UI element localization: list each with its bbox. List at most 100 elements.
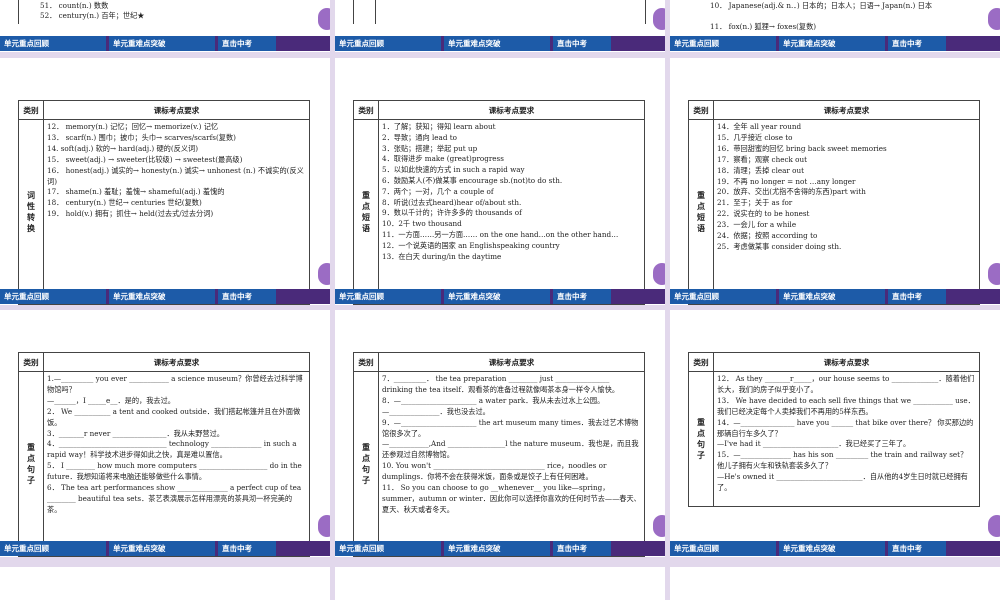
nav-exam-button[interactable]: 直击中考 bbox=[553, 541, 611, 556]
decoration-icon bbox=[318, 515, 330, 537]
nav-difficulty-button[interactable]: 单元重难点突破 bbox=[109, 36, 215, 51]
requirement-body: 14．全年 all year round 15．几乎接近 close to 16… bbox=[713, 119, 980, 305]
nav-difficulty-button[interactable]: 单元重难点突破 bbox=[779, 36, 885, 51]
item-line: 10. You won't __________________________… bbox=[382, 461, 607, 482]
slide-bottom-3 bbox=[670, 567, 1000, 600]
item-line: 15．几乎接近 close to bbox=[717, 132, 793, 142]
requirement-body: 1．了解；获知；得知 learn about 2．导致；通向 lead to 3… bbox=[378, 119, 645, 305]
slide-top-2: 单元重点回顾 单元重难点突破 直击中考 bbox=[335, 0, 665, 52]
nav-difficulty-button[interactable]: 单元重难点突破 bbox=[779, 541, 885, 556]
item-line: 19．不再 no longer = not …any longer bbox=[717, 176, 856, 186]
item-line: 13．在白天 during/in the daytime bbox=[382, 251, 502, 261]
item-line: 16．带回甜蜜的回忆 bring back sweet memories bbox=[717, 143, 887, 153]
slide-top-1: 51． count(n.) 数数 52． century(n.) 百年；世纪★ … bbox=[0, 0, 330, 52]
nav-exam-button[interactable]: 直击中考 bbox=[888, 289, 946, 304]
nav-exam-button[interactable]: 直击中考 bbox=[218, 541, 276, 556]
requirement-table: 类别 课标考点要求 重 点 句 子 12． As they _______r__… bbox=[688, 352, 980, 507]
item-line: —___________,And ________________l the n… bbox=[382, 439, 639, 460]
item-line: 22．说实在的 to be honest bbox=[717, 209, 810, 219]
nav-unit-review-button[interactable]: 单元重点回顾 bbox=[335, 541, 441, 556]
item-line: 17．察看；观察 check out bbox=[717, 154, 807, 164]
requirement-table: 类别 课标考点要求 词 性 转 换 12． memory(n.) 记忆；回忆→ … bbox=[18, 100, 310, 305]
nav-difficulty-button[interactable]: 单元重难点突破 bbox=[444, 289, 550, 304]
nav-unit-review-button[interactable]: 单元重点回顾 bbox=[335, 36, 441, 51]
decoration-icon bbox=[988, 8, 1000, 30]
nav-exam-button[interactable]: 直击中考 bbox=[218, 36, 276, 51]
nav-unit-review-button[interactable]: 单元重点回顾 bbox=[670, 289, 776, 304]
nav-difficulty-button[interactable]: 单元重难点突破 bbox=[444, 541, 550, 556]
item-line: 14. soft(adj.) 软的→ hard(adj.) 硬的(反义词) bbox=[47, 143, 199, 153]
item-line: 2．导致；通向 lead to bbox=[382, 132, 457, 142]
requirement-table: 类别 课标考点要求 重 点 短 语 1．了解；获知；得知 learn about… bbox=[353, 100, 645, 305]
nav-exam-button[interactable]: 直击中考 bbox=[553, 36, 611, 51]
item-line: 21．至于；关于 as for bbox=[717, 198, 793, 208]
slide-sentences-2: 类别 课标考点要求 重 点 句 子 7．_________． the tea p… bbox=[335, 310, 665, 557]
item-line: 6．鼓励某人(不)做某事 encourage sb.(not)to do sth… bbox=[382, 175, 563, 185]
item-line: 13． We have decided to each sell five th… bbox=[717, 395, 975, 416]
category-label: 词 性 转 换 bbox=[18, 119, 44, 305]
item-line: —He's owned it ________________________．… bbox=[717, 472, 968, 493]
decoration-icon bbox=[653, 263, 665, 285]
item-line: 6． The tea art performances show _______… bbox=[47, 483, 302, 514]
nav-unit-review-button[interactable]: 单元重点回顾 bbox=[0, 289, 106, 304]
item-line: 14．—_______________ have you ______ that… bbox=[717, 417, 974, 438]
item-line: 3．张贴；搭建；举起 put up bbox=[382, 143, 478, 153]
nav-exam-button[interactable]: 直击中考 bbox=[888, 541, 946, 556]
category-header: 类别 bbox=[18, 352, 44, 372]
requirement-body: 12． As they _______r_____，our house seem… bbox=[713, 371, 980, 507]
nav-unit-review-button[interactable]: 单元重点回顾 bbox=[670, 541, 776, 556]
nav-unit-review-button[interactable]: 单元重点回顾 bbox=[0, 36, 106, 51]
nav-unit-review-button[interactable]: 单元重点回顾 bbox=[335, 289, 441, 304]
nav-exam-button[interactable]: 直击中考 bbox=[553, 289, 611, 304]
item-line: 7．两个；一对，几个 a couple of bbox=[382, 186, 494, 196]
item-line: 17． shame(n.) 羞耻；羞愧→ shameful(adj.) 羞愧的 bbox=[47, 187, 225, 197]
slide-bottom-2 bbox=[335, 567, 665, 600]
item-line: 4．______________________________ technol… bbox=[47, 439, 297, 460]
item-line: 12． memory(n.) 记忆；回忆→ memorize(v.) 记忆 bbox=[47, 122, 219, 131]
decoration-icon bbox=[318, 263, 330, 285]
item-line: —I've had it _____________________．我已经买了… bbox=[717, 439, 911, 449]
nav-difficulty-button[interactable]: 单元重难点突破 bbox=[109, 289, 215, 304]
category-label: 重 点 句 子 bbox=[353, 371, 379, 557]
nav-unit-review-button[interactable]: 单元重点回顾 bbox=[670, 36, 776, 51]
requirement-header: 课标考点要求 bbox=[378, 100, 645, 120]
nav-exam-button[interactable]: 直击中考 bbox=[888, 36, 946, 51]
category-label: 重 点 短 语 bbox=[688, 119, 714, 305]
requirement-header: 课标考点要求 bbox=[713, 100, 980, 120]
requirement-table: 类别 课标考点要求 重 点 短 语 14．全年 all year round 1… bbox=[688, 100, 980, 305]
requirement-header: 课标考点要求 bbox=[378, 352, 645, 372]
item-line: 15． sweet(adj.) → sweeter(比较级) → sweetes… bbox=[47, 154, 243, 164]
requirement-body: 7．_________． the tea preparation _______… bbox=[378, 371, 645, 557]
requirement-body: 12． memory(n.) 记忆；回忆→ memorize(v.) 记忆 13… bbox=[43, 119, 310, 305]
slide-sentences-1: 类别 课标考点要求 重 点 句 子 1.—_________ you ever … bbox=[0, 310, 330, 557]
requirement-table: 类别 课标考点要求 重 点 句 子 1.—_________ you ever … bbox=[18, 352, 310, 557]
requirement-header: 课标考点要求 bbox=[43, 100, 310, 120]
requirement-header: 课标考点要求 bbox=[43, 352, 310, 372]
item-line: 5．以如此快速的方式 in such a rapid way bbox=[382, 165, 525, 175]
item-line: 4．取得进步 make (great)progress bbox=[382, 154, 504, 164]
nav-unit-review-button[interactable]: 单元重点回顾 bbox=[0, 541, 106, 556]
item-line: 14．全年 all year round bbox=[717, 122, 802, 131]
item-line: 3．_______r never _______________．我从未野营过。 bbox=[47, 428, 224, 438]
item-line: —______________．我也没去过。 bbox=[382, 406, 490, 416]
item-line: 2． We __________ a tent and cooked outsi… bbox=[47, 406, 301, 427]
slide-bottom-1 bbox=[0, 567, 330, 600]
item-line: 11．一方面……另一方面…… on the one hand…on the ot… bbox=[382, 229, 619, 239]
nav-difficulty-button[interactable]: 单元重难点突破 bbox=[109, 541, 215, 556]
slide-vocab: 类别 课标考点要求 词 性 转 换 12． memory(n.) 记忆；回忆→ … bbox=[0, 58, 330, 305]
item-line: 15．—______________ has his son _________… bbox=[717, 450, 968, 471]
slide-sentences-3: 类别 课标考点要求 重 点 句 子 12． As they _______r__… bbox=[670, 310, 1000, 557]
item-line: 25．考虑做某事 consider doing sth. bbox=[717, 241, 842, 251]
category-header: 类别 bbox=[688, 352, 714, 372]
item-line: 20．放弃、交出(尤指不舍得的东西)part with bbox=[717, 187, 866, 197]
item-line: 7．_________． the tea preparation _______… bbox=[382, 374, 620, 394]
nav-difficulty-button[interactable]: 单元重难点突破 bbox=[779, 289, 885, 304]
item-line: 18．清理；丢掉 clear out bbox=[717, 165, 804, 175]
nav-difficulty-button[interactable]: 单元重难点突破 bbox=[444, 36, 550, 51]
item-line: 18． century(n.) 世纪→ centuries 世纪(复数) bbox=[47, 198, 202, 208]
text-line: 11． fox(n.) 狐狸→ foxes(复数) bbox=[710, 22, 817, 31]
decoration-icon bbox=[988, 515, 1000, 537]
nav-exam-button[interactable]: 直击中考 bbox=[218, 289, 276, 304]
category-label: 重 点 句 子 bbox=[18, 371, 44, 557]
requirement-header: 课标考点要求 bbox=[713, 352, 980, 372]
